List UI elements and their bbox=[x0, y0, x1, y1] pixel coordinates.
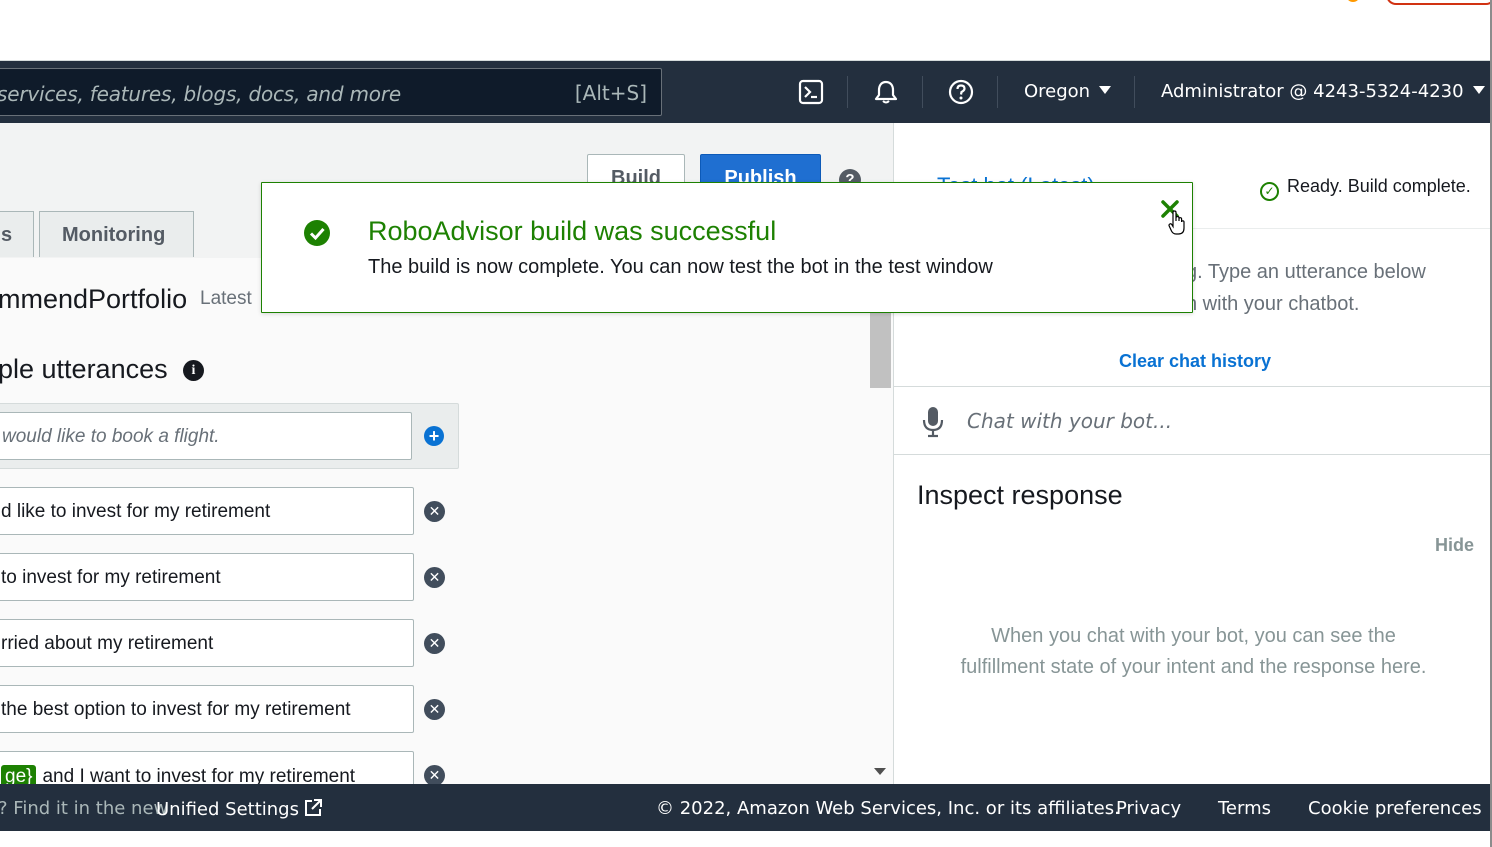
build-success-flash: RoboAdvisor build was successful The bui… bbox=[261, 182, 1193, 313]
utterance-text: ge} and I want to invest for my retiremen… bbox=[1, 765, 355, 784]
utterance-row[interactable]: to invest for my retirement bbox=[0, 553, 414, 601]
remove-utterance-icon[interactable]: ✕ bbox=[424, 699, 445, 720]
new-utterance-input[interactable]: would like to book a flight. bbox=[0, 412, 412, 460]
utterance-text: the best option to invest for my retirem… bbox=[1, 699, 351, 720]
build-status: ✓ Ready. Build complete. bbox=[1260, 176, 1471, 201]
help-icon[interactable] bbox=[947, 78, 975, 106]
nav-separator bbox=[922, 76, 923, 108]
flash-message: The build is now complete. You can now t… bbox=[368, 256, 993, 278]
search-shortcut: [Alt+S] bbox=[574, 81, 647, 105]
copyright: © 2022, Amazon Web Services, Inc. or its… bbox=[656, 798, 1120, 819]
chat-intro-line2: n with your chatbot. bbox=[1186, 293, 1360, 315]
scroll-down-arrow-icon[interactable] bbox=[874, 768, 886, 775]
unified-settings-label: Unified Settings bbox=[156, 799, 299, 820]
nav-separator bbox=[847, 76, 848, 108]
inspect-empty-message: When you chat with your bot, you can see… bbox=[894, 621, 1492, 683]
mouse-cursor-icon bbox=[1168, 210, 1186, 236]
inspect-response-title: Inspect response bbox=[917, 480, 1123, 510]
region-label: Oregon bbox=[1024, 81, 1091, 102]
chat-input[interactable]: Chat with your bot... bbox=[967, 409, 1172, 433]
account-label: Administrator @ 4243-5324-4230 bbox=[1161, 81, 1464, 102]
caret-down-icon bbox=[1099, 86, 1112, 94]
settings-notice: ? Find it in the new bbox=[0, 798, 168, 819]
terms-link[interactable]: Terms bbox=[1218, 798, 1271, 819]
check-circle-icon: ✓ bbox=[1260, 182, 1279, 201]
intent-name: mmendPortfolio bbox=[0, 284, 188, 314]
cloudshell-icon[interactable] bbox=[797, 78, 825, 106]
browser-indicator-pill bbox=[1386, 0, 1492, 5]
microphone-icon[interactable] bbox=[921, 405, 945, 439]
remove-utterance-icon[interactable]: ✕ bbox=[424, 765, 445, 784]
utterance-text: rried about my retirement bbox=[1, 633, 214, 654]
remove-utterance-icon[interactable]: ✕ bbox=[424, 567, 445, 588]
cookie-preferences-link[interactable]: Cookie preferences bbox=[1308, 798, 1482, 819]
slot-chip[interactable]: ge} bbox=[1, 765, 37, 784]
utterance-text: to invest for my retirement bbox=[1, 567, 221, 588]
tab-monitoring[interactable]: Monitoring bbox=[39, 211, 194, 257]
tab-partial[interactable]: s bbox=[0, 211, 34, 257]
utterance-row[interactable]: the best option to invest for my retirem… bbox=[0, 685, 414, 733]
intent-version: Latest bbox=[200, 288, 252, 309]
footer: ? Find it in the new Unified Settings © … bbox=[0, 784, 1492, 831]
build-status-text: Ready. Build complete. bbox=[1287, 176, 1471, 196]
inspect-empty-line2: fulfillment state of your intent and the… bbox=[960, 656, 1427, 678]
nav-separator bbox=[1134, 76, 1135, 108]
utterance-text-rest: and I want to invest for my retirement bbox=[42, 766, 356, 784]
settings-prefix: Find it in the new bbox=[13, 798, 169, 819]
privacy-link[interactable]: Privacy bbox=[1116, 798, 1181, 819]
account-menu[interactable]: Administrator @ 4243-5324-4230 bbox=[1161, 81, 1485, 102]
success-check-icon bbox=[304, 220, 330, 246]
new-utterance-row: would like to book a flight. + bbox=[0, 403, 459, 469]
sample-utterances-title: ple utterances bbox=[0, 354, 168, 384]
hide-button[interactable]: Hide bbox=[1435, 535, 1474, 556]
inspect-empty-line1: When you chat with your bot, you can see… bbox=[991, 625, 1396, 647]
add-utterance-icon[interactable]: + bbox=[424, 426, 444, 446]
info-icon[interactable]: i bbox=[183, 360, 204, 381]
remove-utterance-icon[interactable]: ✕ bbox=[424, 633, 445, 654]
caret-down-icon bbox=[1472, 86, 1485, 94]
unified-settings-link[interactable]: Unified Settings bbox=[156, 798, 323, 820]
aws-top-nav: services, features, blogs, docs, and mor… bbox=[0, 61, 1492, 123]
clear-chat-history-button[interactable]: Clear chat history bbox=[1119, 351, 1271, 372]
utterance-row[interactable]: d like to invest for my retirement bbox=[0, 487, 414, 535]
new-utterance-placeholder: would like to book a flight. bbox=[2, 426, 220, 447]
nav-separator bbox=[997, 76, 998, 108]
external-link-icon bbox=[303, 798, 323, 818]
browser-indicator-dot bbox=[1346, 0, 1360, 2]
search-input[interactable]: services, features, blogs, docs, and mor… bbox=[0, 68, 662, 116]
browser-top-strip bbox=[0, 0, 1492, 61]
utterance-row[interactable]: ge} and I want to invest for my retiremen… bbox=[0, 751, 414, 784]
utterance-row[interactable]: rried about my retirement bbox=[0, 619, 414, 667]
scrollbar-thumb[interactable] bbox=[870, 313, 891, 388]
window-bottom-strip bbox=[0, 831, 1492, 847]
flash-title: RoboAdvisor build was successful bbox=[368, 216, 777, 246]
utterance-text: d like to invest for my retirement bbox=[1, 501, 271, 522]
region-selector[interactable]: Oregon bbox=[1024, 81, 1112, 102]
chat-input-bar: Chat with your bot... bbox=[894, 386, 1492, 455]
bell-icon[interactable] bbox=[872, 78, 900, 106]
remove-utterance-icon[interactable]: ✕ bbox=[424, 501, 445, 522]
search-placeholder: services, features, blogs, docs, and mor… bbox=[0, 82, 401, 106]
chat-intro-line1: g. Type an utterance below bbox=[1186, 261, 1426, 283]
